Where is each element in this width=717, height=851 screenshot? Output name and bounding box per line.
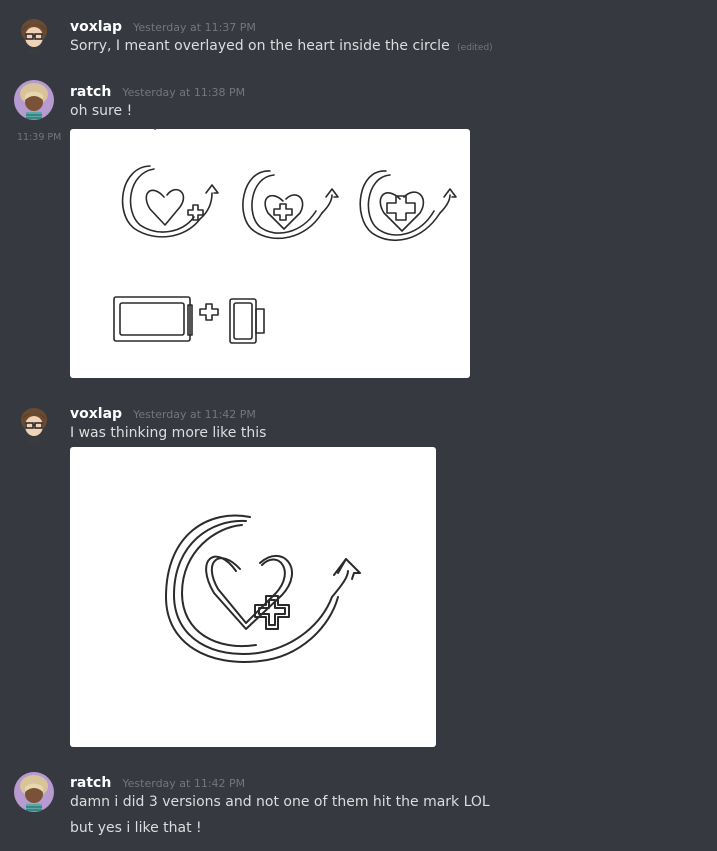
message-text: but yes i like that ! <box>70 820 202 836</box>
chat-messages: voxlap Yesterday at 11:37 PM Sorry, I me… <box>0 0 717 851</box>
message-text: damn i did 3 versions and not one of the… <box>70 794 490 810</box>
hover-timestamp: 11:39 PM <box>17 132 62 143</box>
message-text: oh sure ! <box>70 103 133 119</box>
message-group-ratch-1: ratch Yesterday at 11:38 PM oh sure ! 11… <box>0 66 717 382</box>
avatar[interactable] <box>14 15 54 55</box>
avatar[interactable] <box>14 772 54 812</box>
timestamp[interactable]: Yesterday at 11:38 PM <box>122 86 245 99</box>
message-text: I was thinking more like this <box>70 425 267 441</box>
message-header: ratch Yesterday at 11:42 PM <box>70 772 245 792</box>
image-attachment[interactable] <box>70 129 470 378</box>
username[interactable]: voxlap <box>70 19 122 35</box>
edited-label: (edited) <box>457 43 493 53</box>
message-header: voxlap Yesterday at 11:37 PM <box>70 16 256 36</box>
message-header: voxlap Yesterday at 11:42 PM <box>70 403 256 423</box>
username[interactable]: voxlap <box>70 406 122 422</box>
sketch-image <box>165 514 361 663</box>
avatar[interactable] <box>14 404 54 444</box>
message-group-ratch-2: ratch Yesterday at 11:42 PM damn i did 3… <box>0 752 717 851</box>
avatar[interactable] <box>14 80 54 120</box>
timestamp[interactable]: Yesterday at 11:37 PM <box>133 21 256 34</box>
message-group-voxlap-2: voxlap Yesterday at 11:42 PM I was think… <box>0 382 717 752</box>
message-text: Sorry, I meant overlayed on the heart in… <box>70 38 493 54</box>
username[interactable]: ratch <box>70 775 111 791</box>
message-content: Sorry, I meant overlayed on the heart in… <box>70 38 450 54</box>
image-attachment[interactable] <box>70 447 436 747</box>
message-header: ratch Yesterday at 11:38 PM <box>70 81 245 101</box>
username[interactable]: ratch <box>70 84 111 100</box>
sketch-image <box>113 129 457 344</box>
timestamp[interactable]: Yesterday at 11:42 PM <box>122 777 245 790</box>
message-group-voxlap-1: voxlap Yesterday at 11:37 PM Sorry, I me… <box>0 0 717 66</box>
timestamp[interactable]: Yesterday at 11:42 PM <box>133 408 256 421</box>
